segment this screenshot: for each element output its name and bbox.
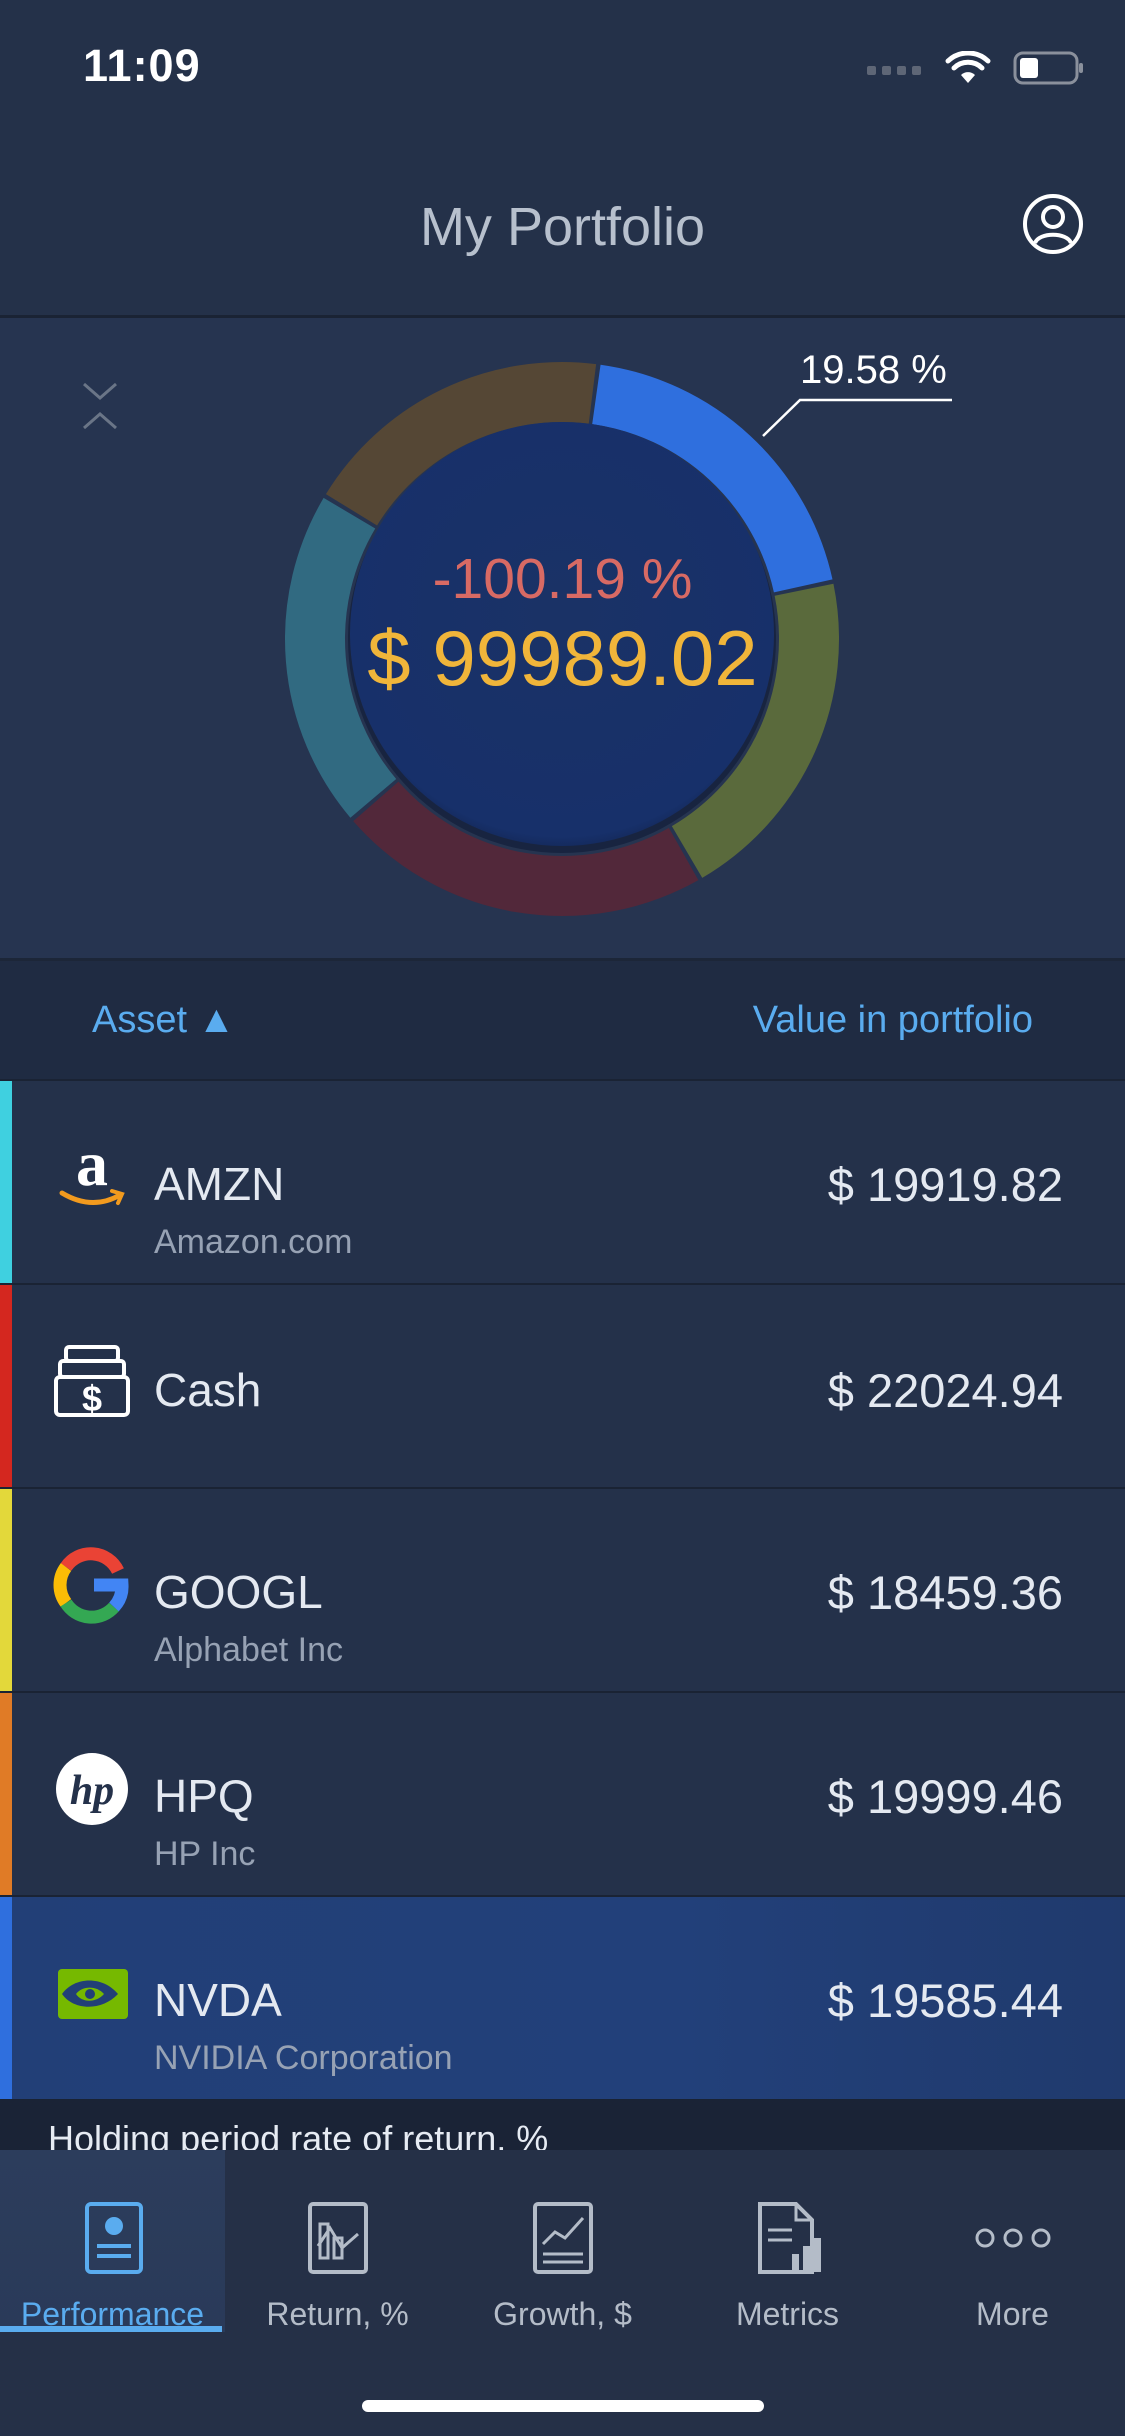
status-icons <box>867 48 1085 88</box>
asset-ticker: Cash <box>154 1364 262 1416</box>
total-return-percent: -100.19 % <box>432 547 693 611</box>
sort-by-asset[interactable]: Asset ▲ <box>92 999 235 1042</box>
row-color-stripe <box>0 1897 12 2099</box>
nvidia-logo-icon <box>52 1953 132 2033</box>
sort-by-value[interactable]: Value in portfolio <box>753 999 1033 1042</box>
wifi-icon <box>945 51 991 83</box>
tab-return[interactable]: Return, % <box>225 2150 450 2332</box>
app-header: My Portfolio <box>0 150 1125 318</box>
tab-label: Return, % <box>266 2296 409 2332</box>
next-section-teaser: Holding period rate of return, % <box>0 2100 1125 2150</box>
callout-label: 19.58 % <box>800 348 947 392</box>
asset-ticker: AMZN <box>154 1158 285 1210</box>
svg-text:$: $ <box>82 1378 102 1419</box>
tab-label: Metrics <box>735 2296 840 2332</box>
return-chart-icon <box>307 2202 368 2274</box>
section-title: Holding period rate of return, % <box>48 2118 549 2150</box>
asset-row-hpq[interactable]: hp HPQ HP Inc $ 19999.46 <box>0 1693 1125 1898</box>
status-time: 11:09 <box>83 40 201 91</box>
svg-text:a: a <box>76 1137 108 1199</box>
tab-more[interactable]: More <box>900 2150 1125 2332</box>
row-color-stripe <box>0 1693 12 1895</box>
tab-bar: Performance Return, % Growth, $ Metrics … <box>0 2150 1125 2436</box>
asset-value: $ 22024.94 <box>827 1364 1063 1417</box>
tab-label: Growth, $ <box>493 2296 632 2332</box>
asset-row-nvda[interactable]: NVDA NVIDIA Corporation $ 19585.44 <box>0 1897 1125 2102</box>
svg-text:hp: hp <box>70 1768 114 1814</box>
asset-ticker: NVDA <box>154 1974 282 2026</box>
portfolio-chart-panel: 19.58 % -100.19 % $ 99989.02 <box>0 318 1125 961</box>
asset-row-amzn[interactable]: a AMZN Amazon.com $ 19919.82 <box>0 1081 1125 1286</box>
performance-report-icon <box>84 2202 143 2274</box>
row-color-stripe <box>0 1285 12 1487</box>
asset-ticker: GOOGL <box>154 1566 323 1618</box>
asset-value: $ 18459.36 <box>827 1566 1063 1619</box>
asset-column-header: Asset ▲ Value in portfolio <box>0 961 1125 1081</box>
asset-row-googl[interactable]: GOOGL Alphabet Inc $ 18459.36 <box>0 1489 1125 1694</box>
asset-value: $ 19919.82 <box>827 1158 1063 1211</box>
asset-company: NVIDIA Corporation <box>154 2039 453 2077</box>
cellular-signal-icon <box>867 66 921 75</box>
tab-label: More <box>976 2296 1049 2332</box>
page-title: My Portfolio <box>419 197 706 257</box>
user-profile-icon <box>1023 194 1083 254</box>
battery-icon <box>1013 51 1083 85</box>
tab-metrics[interactable]: Metrics <box>675 2150 900 2332</box>
active-tab-indicator <box>0 2326 222 2332</box>
asset-ticker: HPQ <box>154 1770 254 1822</box>
more-dots-icon <box>975 2228 1050 2248</box>
google-logo-icon <box>52 1545 132 1625</box>
callout-line <box>762 398 952 437</box>
asset-company: Alphabet Inc <box>154 1631 344 1669</box>
profile-button[interactable] <box>1021 192 1085 256</box>
asset-value: $ 19999.46 <box>827 1770 1063 1823</box>
asset-company: Amazon.com <box>154 1223 353 1261</box>
amazon-logo-icon: a <box>52 1137 132 1217</box>
home-indicator <box>362 2400 764 2412</box>
hp-logo-icon: hp <box>52 1749 132 1829</box>
asset-value: $ 19585.44 <box>827 1974 1063 2027</box>
tab-growth[interactable]: Growth, $ <box>450 2150 675 2332</box>
row-color-stripe <box>0 1489 12 1691</box>
cash-register-icon: $ <box>52 1341 132 1421</box>
metrics-document-icon <box>757 2202 821 2274</box>
growth-chart-icon <box>532 2202 593 2274</box>
tab-performance[interactable]: Performance <box>0 2150 225 2332</box>
asset-company: HP Inc <box>154 1835 256 1873</box>
asset-row-cash[interactable]: $ Cash $ 22024.94 <box>0 1285 1125 1490</box>
portfolio-total-value: $ 99989.02 <box>367 614 758 702</box>
row-color-stripe <box>0 1081 12 1283</box>
